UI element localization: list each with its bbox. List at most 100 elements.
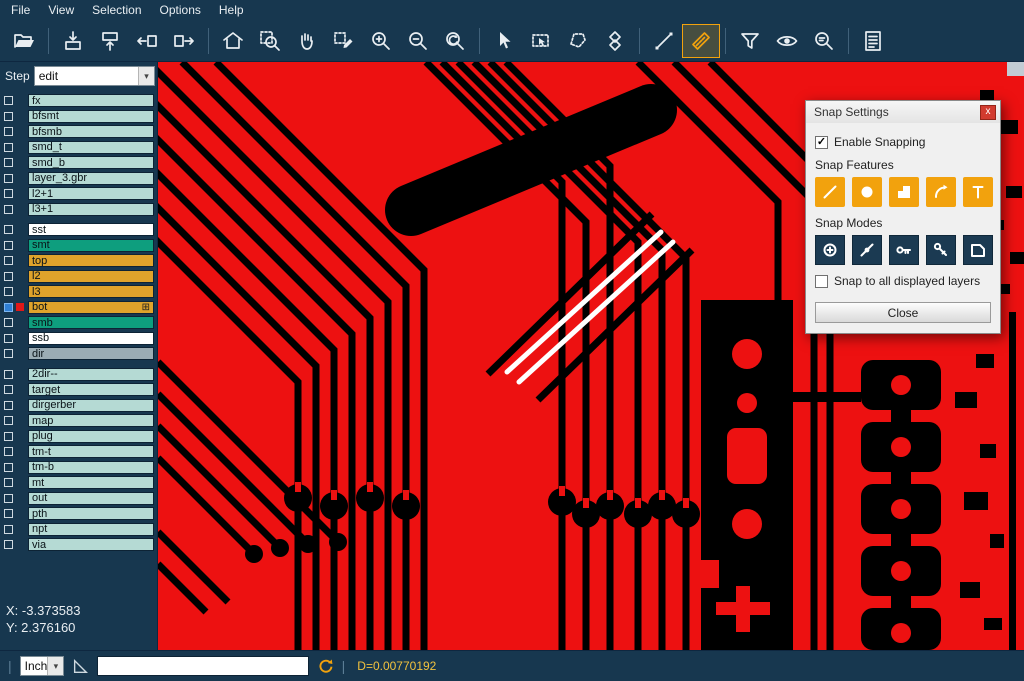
layer-row[interactable]: tm-b [0, 460, 157, 476]
menu-selection[interactable]: Selection [83, 3, 150, 17]
layer-visibility-checkbox[interactable] [4, 127, 13, 136]
snap-text-button[interactable] [963, 177, 993, 207]
layer-visibility-checkbox[interactable] [4, 525, 13, 534]
snap-mode-nearest-button[interactable] [852, 235, 882, 265]
select-cursor-button[interactable] [486, 25, 522, 57]
layer-name-cell[interactable]: smd_b [28, 156, 154, 169]
layer-visibility-checkbox[interactable] [4, 494, 13, 503]
layer-name-cell[interactable]: fx [28, 94, 154, 107]
layer-name-cell[interactable]: mt [28, 476, 154, 489]
layer-row[interactable]: bot ⊞ [0, 300, 157, 316]
menu-file[interactable]: File [2, 3, 39, 17]
menu-options[interactable]: Options [151, 3, 210, 17]
layer-row[interactable]: ssb [0, 331, 157, 347]
step-combobox[interactable]: edit ▾ [34, 66, 155, 86]
highlight-pads-button[interactable] [597, 25, 633, 57]
layer-row[interactable]: target [0, 382, 157, 398]
layer-visibility-checkbox[interactable] [4, 112, 13, 121]
layer-name-cell[interactable]: dirgerber [28, 399, 154, 412]
dialog-titlebar[interactable]: Snap Settings x [806, 101, 1000, 123]
layer-name-cell[interactable]: l3+1 [28, 203, 154, 216]
layer-visibility-checkbox[interactable] [4, 158, 13, 167]
layer-visibility-checkbox[interactable] [4, 272, 13, 281]
layer-visibility-checkbox[interactable] [4, 287, 13, 296]
layer-name-cell[interactable]: bfsmt [28, 110, 154, 123]
close-icon[interactable]: x [980, 105, 996, 120]
layer-visibility-checkbox[interactable] [4, 96, 13, 105]
layer-name-cell[interactable]: smb [28, 316, 154, 329]
shift-left-button[interactable] [129, 25, 165, 57]
enable-snapping-checkbox[interactable]: ✓ [815, 136, 828, 149]
layer-name-cell[interactable]: via [28, 538, 154, 551]
layer-name-cell[interactable]: sst [28, 223, 154, 236]
layer-visibility-checkbox[interactable] [4, 303, 13, 312]
zoom-window-button[interactable] [252, 25, 288, 57]
layer-row[interactable]: l2 [0, 269, 157, 285]
layer-row[interactable]: l3+1 [0, 202, 157, 218]
layer-name-cell[interactable]: npt [28, 523, 154, 536]
open-file-button[interactable] [6, 25, 42, 57]
layer-row[interactable]: smt [0, 238, 157, 254]
layer-row[interactable]: pth [0, 506, 157, 522]
snap-all-layers-checkbox[interactable] [815, 275, 828, 288]
layer-row[interactable]: smb [0, 315, 157, 331]
shift-right-button[interactable] [166, 25, 202, 57]
refresh-icon[interactable] [317, 658, 334, 675]
close-button[interactable]: Close [815, 302, 991, 323]
select-rectangle-button[interactable] [523, 25, 559, 57]
layer-visibility-checkbox[interactable] [4, 509, 13, 518]
layer-visibility-checkbox[interactable] [4, 401, 13, 410]
layer-visibility-checkbox[interactable] [4, 205, 13, 214]
layer-row[interactable]: map [0, 413, 157, 429]
view-options-button[interactable] [769, 25, 805, 57]
layer-row[interactable]: tm-t [0, 444, 157, 460]
command-input[interactable] [97, 656, 309, 676]
layer-visibility-checkbox[interactable] [4, 385, 13, 394]
layer-row[interactable]: smd_t [0, 140, 157, 156]
layer-row[interactable]: mt [0, 475, 157, 491]
snap-mode-outline-button[interactable] [963, 235, 993, 265]
load-bottom-button[interactable] [92, 25, 128, 57]
layer-name-cell[interactable]: l3 [28, 285, 154, 298]
layer-row[interactable]: dir [0, 346, 157, 362]
layer-row[interactable]: bfsmt [0, 109, 157, 125]
layer-name-cell[interactable]: bot ⊞ [28, 301, 154, 314]
layer-name-cell[interactable]: dir [28, 347, 154, 360]
layer-name-cell[interactable]: smt [28, 239, 154, 252]
layer-name-cell[interactable]: tm-t [28, 445, 154, 458]
layer-name-cell[interactable]: pth [28, 507, 154, 520]
draw-line-button[interactable] [646, 25, 682, 57]
layer-name-cell[interactable]: 2dir-- [28, 368, 154, 381]
chevron-down-icon[interactable]: ▾ [47, 657, 63, 675]
snap-arc-button[interactable] [926, 177, 956, 207]
report-button[interactable] [855, 25, 891, 57]
layer-row[interactable]: dirgerber [0, 398, 157, 414]
layer-row[interactable]: sst [0, 222, 157, 238]
grid-icon[interactable]: ⊞ [142, 302, 150, 313]
layer-row[interactable]: l3 [0, 284, 157, 300]
layer-name-cell[interactable]: l2+1 [28, 187, 154, 200]
chevron-down-icon[interactable]: ▾ [138, 67, 154, 85]
layer-row[interactable]: out [0, 491, 157, 507]
layer-visibility-checkbox[interactable] [4, 241, 13, 250]
layer-name-cell[interactable]: target [28, 383, 154, 396]
filter-button[interactable] [732, 25, 768, 57]
layer-name-cell[interactable]: l2 [28, 270, 154, 283]
search-button[interactable] [806, 25, 842, 57]
layer-row[interactable]: bfsmb [0, 124, 157, 140]
layer-row[interactable]: npt [0, 522, 157, 538]
load-top-button[interactable] [55, 25, 91, 57]
snap-corner-button[interactable] [889, 177, 919, 207]
layer-visibility-checkbox[interactable] [4, 478, 13, 487]
layer-name-cell[interactable]: top [28, 254, 154, 267]
zoom-area-button[interactable] [326, 25, 362, 57]
layer-visibility-checkbox[interactable] [4, 225, 13, 234]
layer-visibility-checkbox[interactable] [4, 349, 13, 358]
measure-button[interactable] [683, 25, 719, 57]
menu-view[interactable]: View [39, 3, 83, 17]
layer-row[interactable]: smd_b [0, 155, 157, 171]
snap-mode-key-d-button[interactable] [926, 235, 956, 265]
layer-visibility-checkbox[interactable] [4, 189, 13, 198]
layer-visibility-checkbox[interactable] [4, 416, 13, 425]
layer-row[interactable]: layer_3.gbr [0, 171, 157, 187]
